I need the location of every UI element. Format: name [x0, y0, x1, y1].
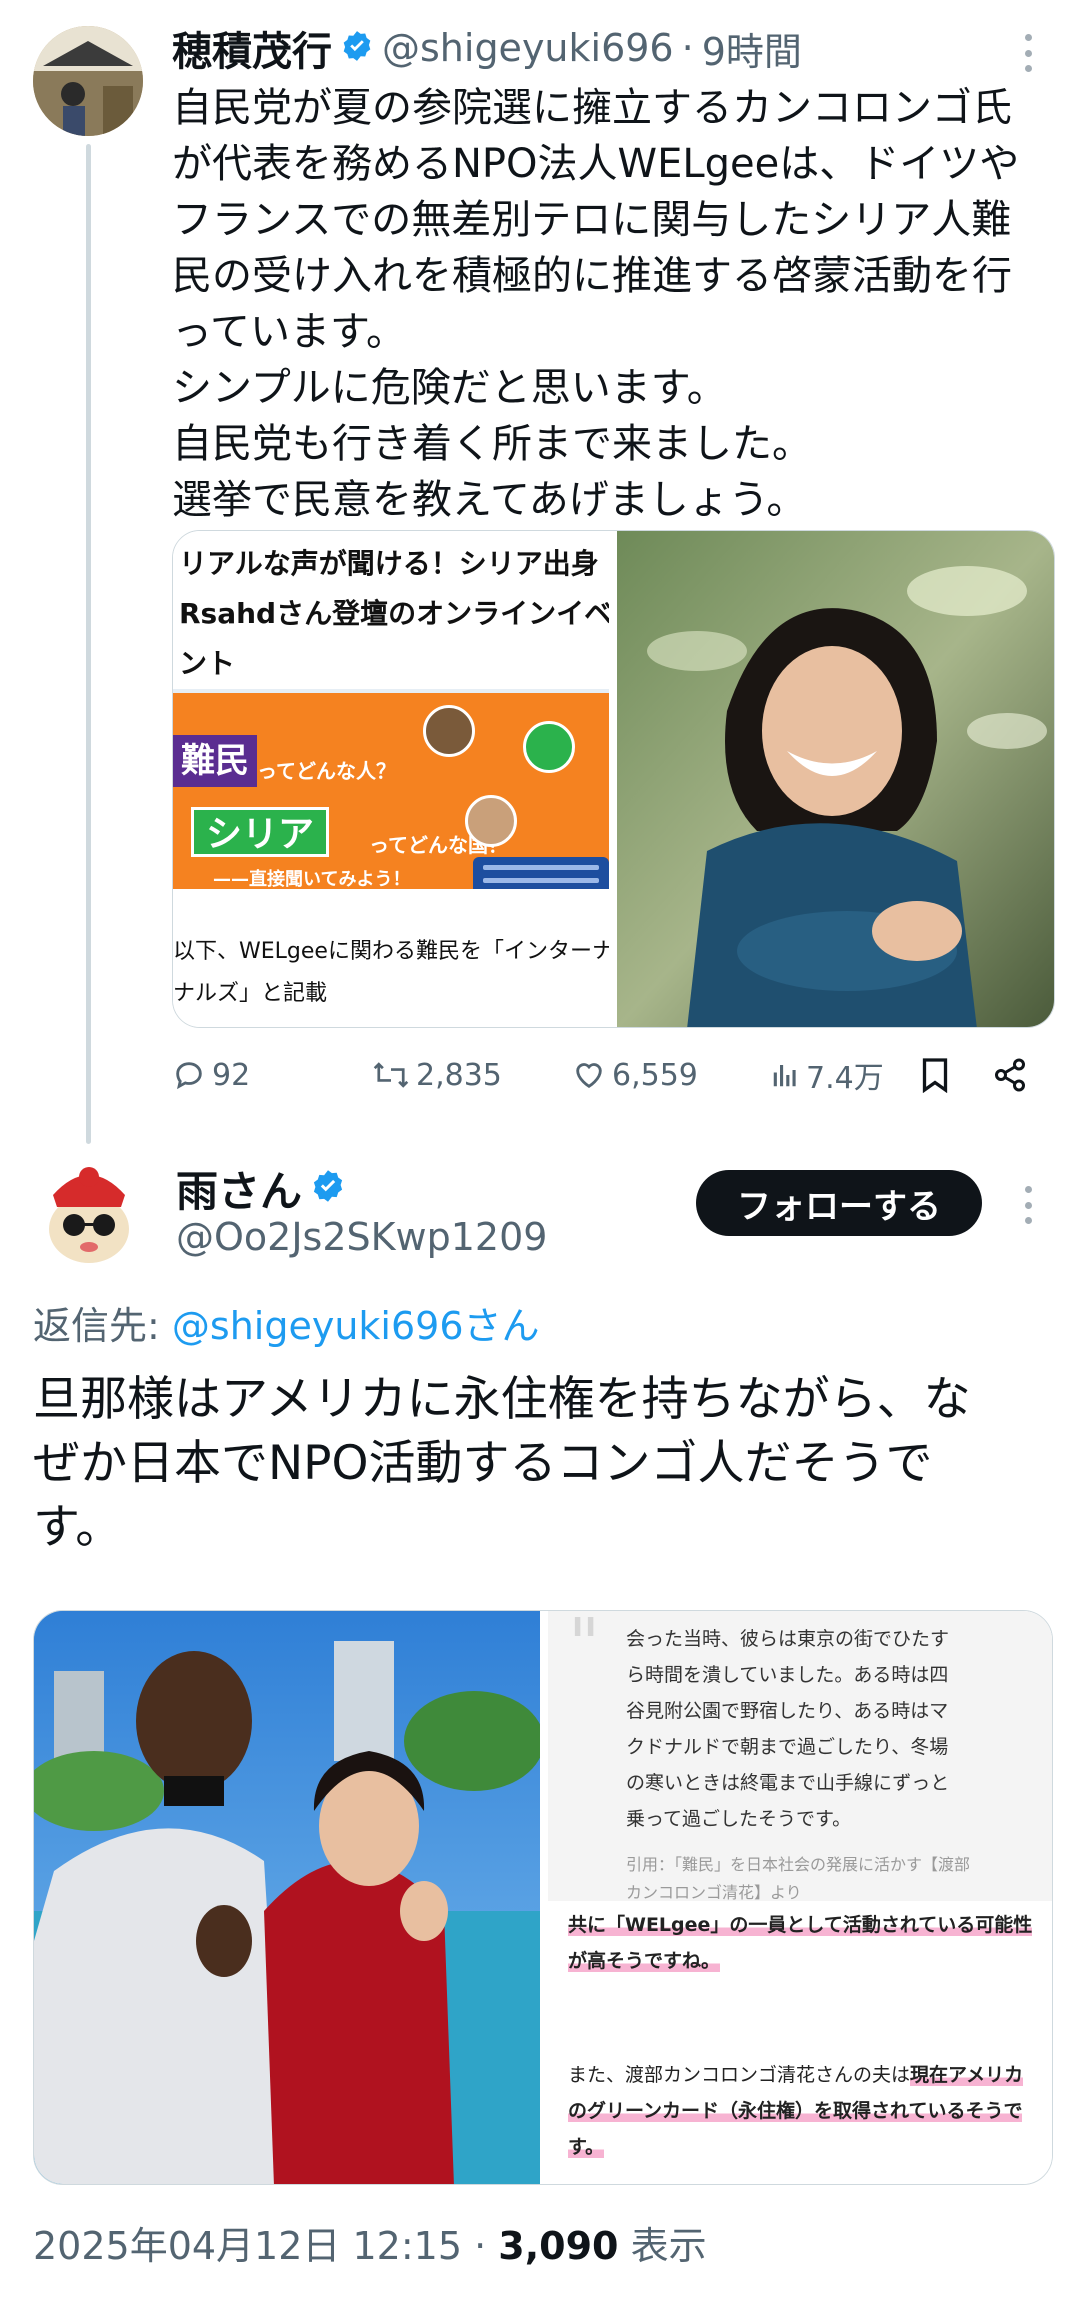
card-caption: 以下、WELgeeに関わる難民を「インターナシ ナルズ」と記載 — [173, 931, 609, 1015]
bookmark-icon — [922, 1058, 948, 1093]
quote-source-line: 引用：「難民」を日本社会の発展に活かす【渡部 — [626, 1855, 971, 1874]
verified-badge-icon — [310, 1168, 346, 1208]
reply-count: 92 — [212, 1057, 251, 1093]
speaker-avatar — [523, 721, 575, 773]
quote-line: 乗って過ごしたそうです。 — [626, 1808, 852, 1830]
article-paragraph: 共に「WELgee」の一員として活動されている可能性 が高そうですね。 — [568, 1907, 1033, 1979]
view-label: 表示 — [630, 2224, 707, 2268]
tweet-text: 旦那様はアメリカに永住権を持ちながら、な ぜか日本でNPO活動するコンゴ人だそう… — [33, 1368, 1053, 1560]
more-options-icon[interactable] — [1018, 28, 1038, 78]
article-line: のグリーンカード（永住権）を取得されているそうで — [568, 2100, 1023, 2122]
quote-source: 引用：「難民」を日本社会の発展に活かす【渡部 カンコロンゴ清花】より — [626, 1851, 970, 1907]
tweet-text-line: っています。 — [172, 309, 406, 355]
banner-tag-refugee: 難民 — [173, 735, 257, 787]
display-name[interactable]: 雨さん — [176, 1158, 302, 1219]
banner-tag-syria: シリア — [191, 807, 330, 857]
tweet-original: 穂積茂行 @shigeyuki696 · 9時間 自民党が夏の参院選に擁立するカ… — [0, 0, 1080, 1144]
tweet-text-line: 自民党が夏の参院選に擁立するカンコロンゴ氏 — [172, 85, 1012, 131]
quote-text: 会った当時、彼らは東京の街でひたす ら時間を潰していました。ある時は四 谷見附公… — [626, 1621, 949, 1837]
views-button[interactable]: 7.4万 — [770, 1050, 884, 1100]
quote-mark-icon: " — [568, 1611, 601, 1685]
tweet-text-line: シンプルに危険だと思います。 — [172, 365, 727, 411]
tweet-text-line: が代表を務めるNPO法人WELgeeは、ドイツや — [172, 141, 1020, 187]
separator: · — [474, 2224, 487, 2268]
separator: · — [681, 26, 694, 70]
handle[interactable]: @Oo2Js2SKwp1209 — [176, 1215, 547, 1259]
tweet-text-line: す。 — [33, 1500, 123, 1555]
article-line: が高そうですね。 — [568, 1950, 721, 1972]
media-image-article-screenshot[interactable]: " 会った当時、彼らは東京の街でひたす ら時間を潰していました。ある時は四 谷見… — [548, 1611, 1052, 2184]
article-line-bold: 現在アメリカ — [910, 2064, 1024, 2086]
like-button[interactable]: 6,559 — [572, 1050, 698, 1100]
schedule-table — [473, 857, 609, 889]
card-title-line: ント — [179, 647, 236, 680]
tweet-text-line: 自民党も行き着く所まで来ました。 — [172, 421, 812, 467]
quote-line: 谷見附公園で野宿したり、ある時はマ — [626, 1700, 949, 1722]
reply-icon — [176, 1062, 202, 1090]
quote-line: ら時間を潰していました。ある時は四 — [626, 1664, 949, 1686]
post-timestamp[interactable]: 2025年04月12日 12:15 — [33, 2224, 462, 2268]
tweet-header: 雨さん — [176, 1160, 354, 1216]
display-name[interactable]: 穂積茂行 — [172, 19, 332, 77]
action-bar: 92 2,835 6,559 7.4万 — [172, 1050, 1052, 1100]
banner-divider — [173, 689, 609, 693]
article-line: 共に「WELgee」の一員として活動されている可能性 — [568, 1914, 1033, 1936]
event-banner: 難民 ってどんな人？ シリア ってどんな国？ ——直接聞いてみよう！ — [173, 689, 609, 889]
tweet-media: " 会った当時、彼らは東京の街でひたす ら時間を潰していました。ある時は四 谷見… — [33, 1610, 1053, 2185]
article-quote: " 会った当時、彼らは東京の街でひたす ら時間を潰していました。ある時は四 谷見… — [548, 1611, 1052, 1902]
card-caption-line: ナルズ」と記載 — [173, 981, 328, 1006]
reply-prefix: 返信先: — [33, 1304, 172, 1348]
media-image-woman-laughing[interactable] — [617, 531, 1054, 1027]
view-count: 7.4万 — [806, 1061, 884, 1096]
retweet-button[interactable]: 2,835 — [372, 1050, 502, 1100]
tweet-text: 自民党が夏の参院選に擁立するカンコロンゴ氏 が代表を務めるNPO法人WELgee… — [172, 80, 1052, 528]
speaker-avatar — [423, 705, 475, 757]
avatar[interactable] — [33, 1155, 145, 1267]
tweet-text-line: 旦那様はアメリカに永住権を持ちながら、な — [33, 1372, 971, 1427]
share-button[interactable] — [992, 1050, 1034, 1100]
tweet-text-line: ぜか日本でNPO活動するコンゴ人だそうで — [33, 1436, 933, 1491]
reply-button[interactable]: 92 — [172, 1050, 250, 1100]
article-line: す。 — [568, 2136, 605, 2158]
tweet-text-line: フランスでの無差別テロに関与したシリア人難 — [172, 197, 1012, 243]
card-caption-line: 以下、WELgeeに関わる難民を「インターナシ — [173, 939, 609, 964]
tweet-meta: 2025年04月12日 12:15 · 3,090 表示 — [33, 2215, 707, 2270]
media-image-event-card[interactable]: リアルな声が聞ける！シリア出身 Rsahdさん登壇のオンラインイベ ント 難民 … — [173, 531, 609, 1027]
handle[interactable]: @shigeyuki696 — [382, 26, 674, 70]
like-count: 6,559 — [612, 1057, 698, 1093]
view-count: 3,090 — [498, 2224, 619, 2268]
analytics-icon — [773, 1065, 796, 1087]
retweet-count: 2,835 — [416, 1057, 502, 1093]
tweet-text-line: 選挙で民意を教えてあげましょう。 — [172, 477, 807, 523]
more-options-icon[interactable] — [1018, 1180, 1038, 1230]
verified-badge-icon — [340, 29, 374, 67]
card-title-line: Rsahdさん登壇のオンラインイベ — [179, 597, 609, 630]
banner-text: ってどんな人？ — [257, 759, 396, 783]
timestamp[interactable]: 9時間 — [702, 21, 802, 76]
avatar[interactable] — [33, 26, 143, 136]
follow-button[interactable]: フォローする — [696, 1170, 982, 1236]
article-line: また、渡部カンコロンゴ清花さんの夫は — [568, 2064, 911, 2086]
thread-line — [86, 144, 91, 1144]
quote-source-line: カンコロンゴ清花】より — [626, 1883, 802, 1902]
tweet-media: リアルな声が聞ける！シリア出身 Rsahdさん登壇のオンラインイベ ント 難民 … — [172, 530, 1055, 1028]
banner-text: ——直接聞いてみよう！ — [213, 869, 411, 889]
quote-line: 会った当時、彼らは東京の街でひたす — [626, 1628, 950, 1650]
quote-line: クドナルドで朝まで過ごしたり、冬場 — [626, 1736, 949, 1758]
card-title-line: リアルな声が聞ける！シリア出身 — [179, 547, 599, 580]
retweet-icon — [373, 1062, 409, 1088]
media-image-couple-photo[interactable] — [34, 1611, 540, 2184]
bookmark-button[interactable] — [920, 1050, 956, 1100]
reply-handle-link[interactable]: @shigeyuki696さん — [172, 1304, 540, 1348]
article-paragraph: また、渡部カンコロンゴ清花さんの夫は現在アメリカ のグリーンカード（永住権）を取… — [568, 2057, 1024, 2165]
tweet-header: 穂積茂行 @shigeyuki696 · 9時間 — [172, 18, 802, 78]
card-title: リアルな声が聞ける！シリア出身 Rsahdさん登壇のオンラインイベ ント — [179, 539, 609, 689]
quote-line: の寒いときは終電まで山手線にずっと — [626, 1772, 950, 1794]
speaker-avatar — [465, 795, 517, 847]
heart-icon — [576, 1063, 602, 1089]
reply-context: 返信先: @shigeyuki696さん — [33, 1295, 540, 1350]
share-icon — [995, 1058, 1025, 1092]
tweet-text-line: 民の受け入れを積極的に推進する啓蒙活動を行 — [172, 253, 1012, 299]
